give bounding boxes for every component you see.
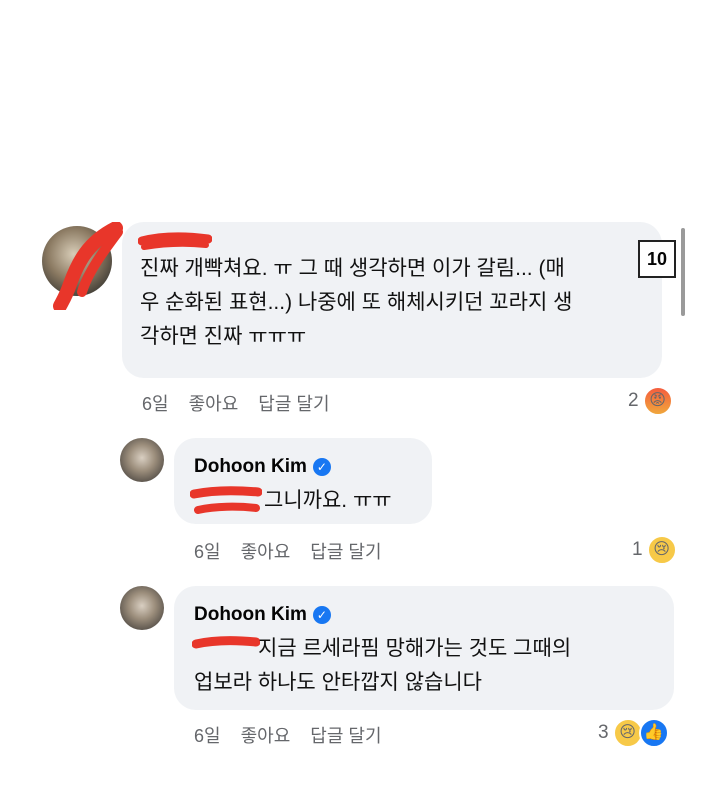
scrollbar[interactable] xyxy=(681,228,685,316)
author-name-text[interactable]: Dohoon Kim xyxy=(194,604,307,626)
reaction-count: 2 xyxy=(628,390,639,411)
reply-time: 6일 xyxy=(194,542,221,562)
reply-avatar[interactable] xyxy=(120,586,164,630)
reaction-summary[interactable]: 2 😡 xyxy=(628,386,673,416)
like-button[interactable]: 좋아요 xyxy=(189,390,239,416)
reaction-summary[interactable]: 3 😢 👍 xyxy=(598,718,669,748)
like-button[interactable]: 좋아요 xyxy=(241,722,291,748)
reply-actions: 6일 좋아요 답글 달기 xyxy=(194,722,382,748)
comment-time: 6일 xyxy=(142,394,169,414)
mention-redaction xyxy=(190,486,262,514)
count-badge: 10 xyxy=(638,240,676,278)
reaction-summary[interactable]: 1 😢 xyxy=(632,535,677,565)
reply-actions: 6일 좋아요 답글 달기 xyxy=(194,538,382,564)
reaction-count: 1 xyxy=(632,539,643,560)
sad-emoji-icon: 😢 xyxy=(646,535,677,565)
reply-avatar[interactable] xyxy=(120,438,164,482)
angry-emoji-icon: 😡 xyxy=(642,386,673,416)
reply-text: 지금 르세라핌 망해가는 것도 그때의 업보라 하나도 안타깝지 않습니다 xyxy=(194,637,572,694)
reply-button[interactable]: 답글 달기 xyxy=(258,390,329,416)
author-name[interactable]: Dohoon Kim ✓ xyxy=(194,456,331,478)
verified-badge-icon: ✓ xyxy=(312,606,331,624)
author-name-text[interactable]: Dohoon Kim xyxy=(194,456,307,478)
author-name-redaction xyxy=(138,232,212,250)
reply-button[interactable]: 답글 달기 xyxy=(310,538,381,564)
reply-text: 그니까요. ㅠㅠ xyxy=(264,489,392,512)
reply-button[interactable]: 답글 달기 xyxy=(310,722,381,748)
reaction-count: 3 xyxy=(598,722,609,743)
like-icon: 👍 xyxy=(638,718,669,748)
redaction-mark xyxy=(53,222,123,310)
comment-actions: 6일 좋아요 답글 달기 xyxy=(142,390,330,416)
author-name[interactable]: Dohoon Kim ✓ xyxy=(194,604,331,626)
like-button[interactable]: 좋아요 xyxy=(241,538,291,564)
reply-time: 6일 xyxy=(194,726,221,746)
comment-text: 진짜 개빡쳐요. ㅠ 그 때 생각하면 이가 갈림... (매 우 순화된 표현… xyxy=(140,257,573,348)
verified-badge-icon: ✓ xyxy=(312,458,331,476)
